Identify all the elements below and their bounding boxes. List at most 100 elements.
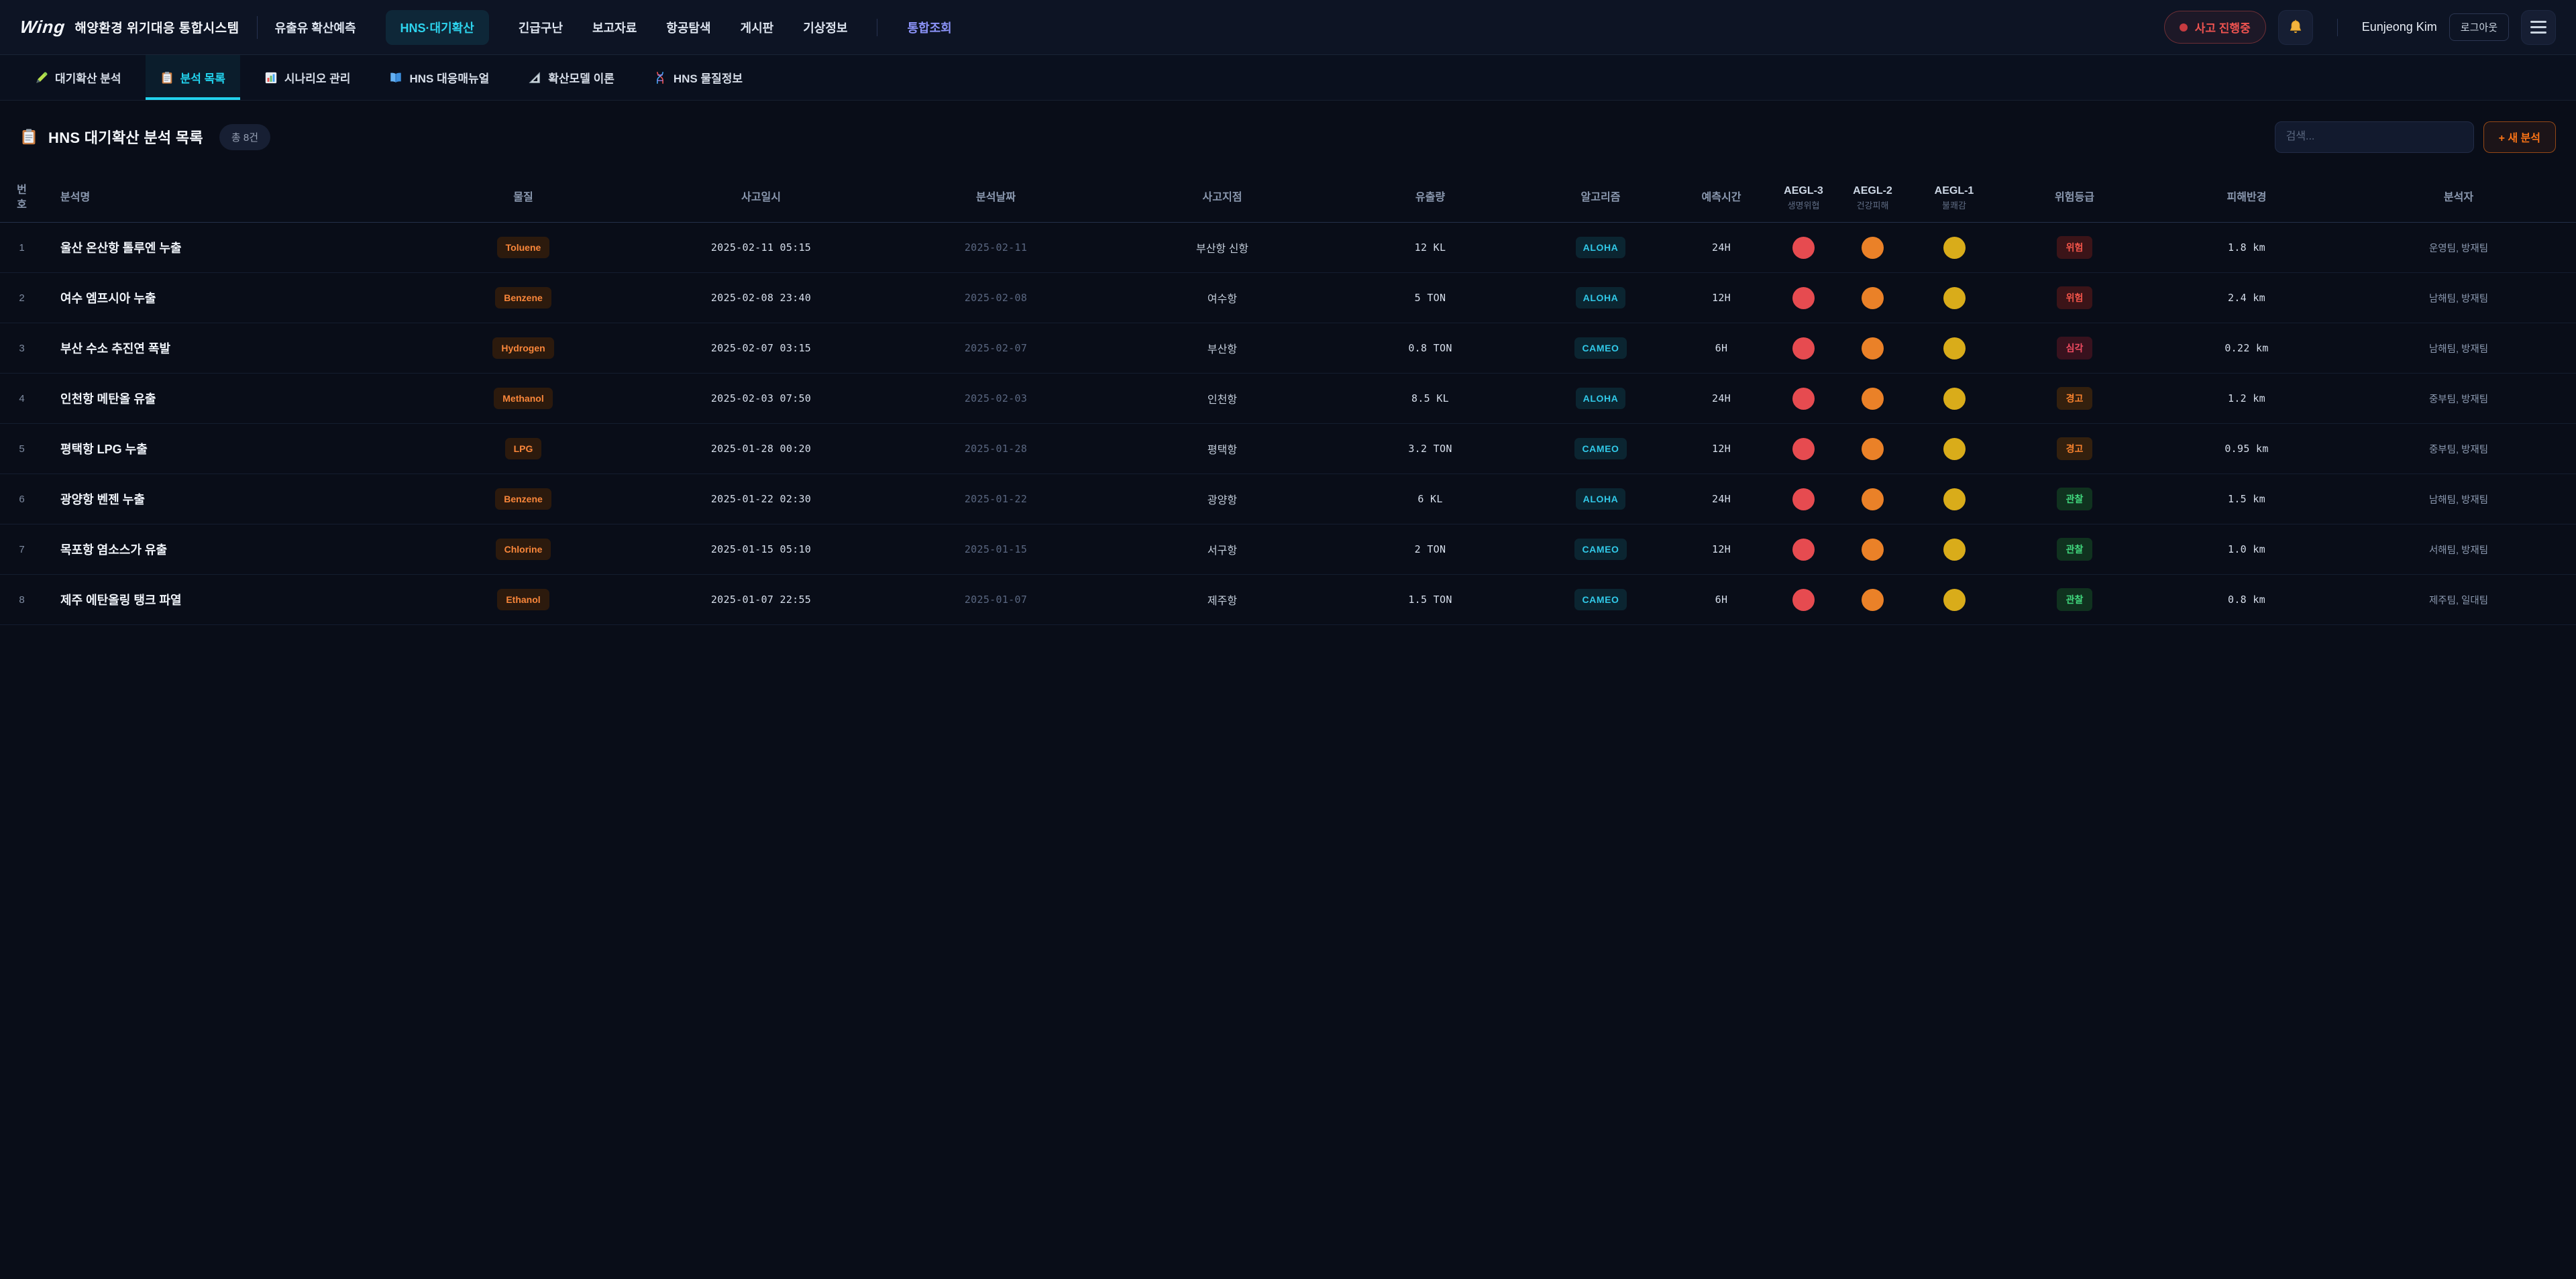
aegl3-dot-icon [1792, 287, 1815, 309]
user-name: Eunjeong Kim [2362, 20, 2437, 34]
cell-aegl2 [1838, 438, 1907, 460]
hamburger-icon [2530, 21, 2546, 23]
cell-chemical: Benzene [405, 287, 642, 309]
column-header-no: 번호 [0, 183, 44, 212]
tab-label: 분석 목록 [180, 69, 225, 86]
cell-incident-datetime: 2025-01-22 02:30 [642, 493, 880, 505]
cell-damage-radius: 1.5 km [2148, 493, 2345, 505]
aegl2-dot-icon [1862, 488, 1884, 510]
nav-item[interactable]: 항공탐색 [666, 19, 710, 36]
table-header-row: 번호분석명물질사고일시분석날짜사고지점유출량알고리즘예측시간AEGL-3생명위협… [0, 173, 2576, 223]
column-header-aegl3: AEGL-3생명위협 [1769, 184, 1838, 211]
hamburger-menu-button[interactable] [2521, 10, 2556, 45]
cell-analysis-date: 2025-01-28 [880, 443, 1112, 455]
algorithm-badge: ALOHA [1576, 488, 1626, 510]
aegl1-dot-icon [1943, 539, 1966, 561]
column-header-name: 분석명 [44, 191, 405, 204]
chemical-badge: Benzene [495, 287, 551, 309]
cell-algorithm: ALOHA [1527, 237, 1674, 258]
table-row[interactable]: 4인천항 메탄올 유출Methanol2025-02-03 07:502025-… [0, 374, 2576, 424]
page-title: HNS 대기확산 분석 목록 [48, 126, 203, 148]
aegl3-dot-icon [1792, 237, 1815, 259]
tab-ruler[interactable]: 확산모델 이론 [513, 55, 629, 100]
cell-aegl1 [1907, 539, 2001, 561]
cell-incident-location: 제주항 [1112, 592, 1333, 608]
tab-book[interactable]: HNS 대응매뉴얼 [374, 55, 504, 100]
tab-chart[interactable]: 시나리오 관리 [250, 55, 366, 100]
nav-item[interactable]: 기상정보 [803, 19, 847, 36]
cell-analysis-name: 목포항 염소스가 유출 [44, 541, 405, 558]
table-row[interactable]: 5평택항 LPG 누출LPG2025-01-28 00:202025-01-28… [0, 424, 2576, 474]
cell-analysis-date: 2025-02-08 [880, 292, 1112, 304]
tab-label: HNS 대응매뉴얼 [409, 69, 489, 86]
cell-forecast-hours: 24H [1674, 392, 1769, 404]
table-row[interactable]: 1울산 온산항 톨루엔 누출Toluene2025-02-11 05:15202… [0, 223, 2576, 273]
risk-grade-badge: 경고 [2057, 387, 2093, 410]
incident-status-badge[interactable]: 사고 진행중 [2164, 11, 2266, 44]
algorithm-badge: CAMEO [1574, 337, 1626, 359]
notifications-button[interactable] [2278, 10, 2313, 45]
tab-label: HNS 물질정보 [674, 69, 743, 86]
cell-damage-radius: 0.22 km [2148, 342, 2345, 354]
cell-spill-amount: 1.5 TON [1333, 594, 1527, 606]
nav-item[interactable]: 보고자료 [592, 19, 637, 36]
column-header-radius: 피해반경 [2148, 191, 2345, 204]
chart-icon [264, 71, 278, 85]
cell-chemical: LPG [405, 438, 642, 459]
cell-risk-grade: 위험 [2001, 286, 2148, 309]
risk-grade-badge: 관찰 [2057, 588, 2093, 611]
aegl2-dot-icon [1862, 287, 1884, 309]
incident-status-label: 사고 진행중 [2195, 19, 2251, 36]
aegl3-dot-icon [1792, 488, 1815, 510]
cell-analyst: 남해팀, 방재팀 [2345, 492, 2576, 506]
cell-incident-location: 부산항 [1112, 340, 1333, 356]
main-menu: 유출유 확산예측 HNS·대기확산 긴급구난 보고자료 항공탐색 게시판 기상정보 통합조회 [275, 10, 952, 45]
aegl3-dot-icon [1792, 337, 1815, 359]
nav-item[interactable]: 게시판 [741, 19, 774, 36]
search-input[interactable] [2275, 121, 2474, 153]
table-row[interactable]: 7목포항 염소스가 유출Chlorine2025-01-15 05:102025… [0, 524, 2576, 575]
cell-aegl3 [1769, 237, 1838, 259]
brand[interactable]: Wing 해양환경 위기대응 통합시스템 [20, 17, 239, 38]
cell-forecast-hours: 12H [1674, 443, 1769, 455]
table-row[interactable]: 3부산 수소 추진연 폭발Hydrogen2025-02-07 03:15202… [0, 323, 2576, 374]
table-row[interactable]: 8제주 에탄올링 탱크 파열Ethanol2025-01-07 22:55202… [0, 575, 2576, 625]
nav-item[interactable]: HNS·대기확산 [386, 10, 489, 45]
chemical-badge: LPG [505, 438, 542, 459]
new-analysis-button[interactable]: + 새 분석 [2483, 121, 2556, 153]
cell-spill-amount: 2 TON [1333, 543, 1527, 555]
table-body: 1울산 온산항 톨루엔 누출Toluene2025-02-11 05:15202… [0, 223, 2576, 625]
top-navbar: Wing 해양환경 위기대응 통합시스템 유출유 확산예측 HNS·대기확산 긴급구… [0, 0, 2576, 55]
cell-chemical: Ethanol [405, 589, 642, 610]
cell-aegl2 [1838, 539, 1907, 561]
risk-grade-badge: 심각 [2057, 337, 2093, 359]
tab-dna[interactable]: HNS 물질정보 [639, 55, 757, 100]
nav-item[interactable]: 통합조회 [907, 19, 951, 36]
nav-item[interactable]: 긴급구난 [519, 19, 563, 36]
table-row[interactable]: 6광양항 벤젠 누출Benzene2025-01-22 02:302025-01… [0, 474, 2576, 524]
cell-aegl2 [1838, 589, 1907, 611]
cell-forecast-hours: 24H [1674, 493, 1769, 505]
cell-incident-datetime: 2025-02-03 07:50 [642, 392, 880, 404]
book-icon [389, 71, 402, 85]
tab-clipboard[interactable]: 분석 목록 [146, 55, 240, 100]
aegl1-dot-icon [1943, 438, 1966, 460]
cell-analysis-name: 제주 에탄올링 탱크 파열 [44, 591, 405, 608]
cell-analysis-date: 2025-02-11 [880, 241, 1112, 254]
topnav-right: 사고 진행중 Eunjeong Kim 로그아웃 [2164, 10, 2556, 45]
algorithm-badge: ALOHA [1576, 287, 1626, 309]
table-row[interactable]: 2여수 엠프시아 누출Benzene2025-02-08 23:402025-0… [0, 273, 2576, 323]
column-header-location: 사고지점 [1112, 191, 1333, 204]
aegl1-dot-icon [1943, 287, 1966, 309]
cell-algorithm: ALOHA [1527, 287, 1674, 309]
chemical-badge: Chlorine [496, 539, 551, 560]
section-tabbar: 대기확산 분석 분석 목록 시나리오 관리 HNS 대응매뉴얼 확산모델 이론 HNS 물… [0, 55, 2576, 101]
cell-algorithm: ALOHA [1527, 388, 1674, 409]
aegl3-dot-icon [1792, 589, 1815, 611]
cell-aegl2 [1838, 337, 1907, 359]
cell-aegl3 [1769, 488, 1838, 510]
logout-button[interactable]: 로그아웃 [2449, 13, 2509, 41]
cell-incident-datetime: 2025-02-08 23:40 [642, 292, 880, 304]
nav-item[interactable]: 유출유 확산예측 [275, 19, 356, 36]
tab-pen[interactable]: 대기확산 분석 [20, 55, 136, 100]
